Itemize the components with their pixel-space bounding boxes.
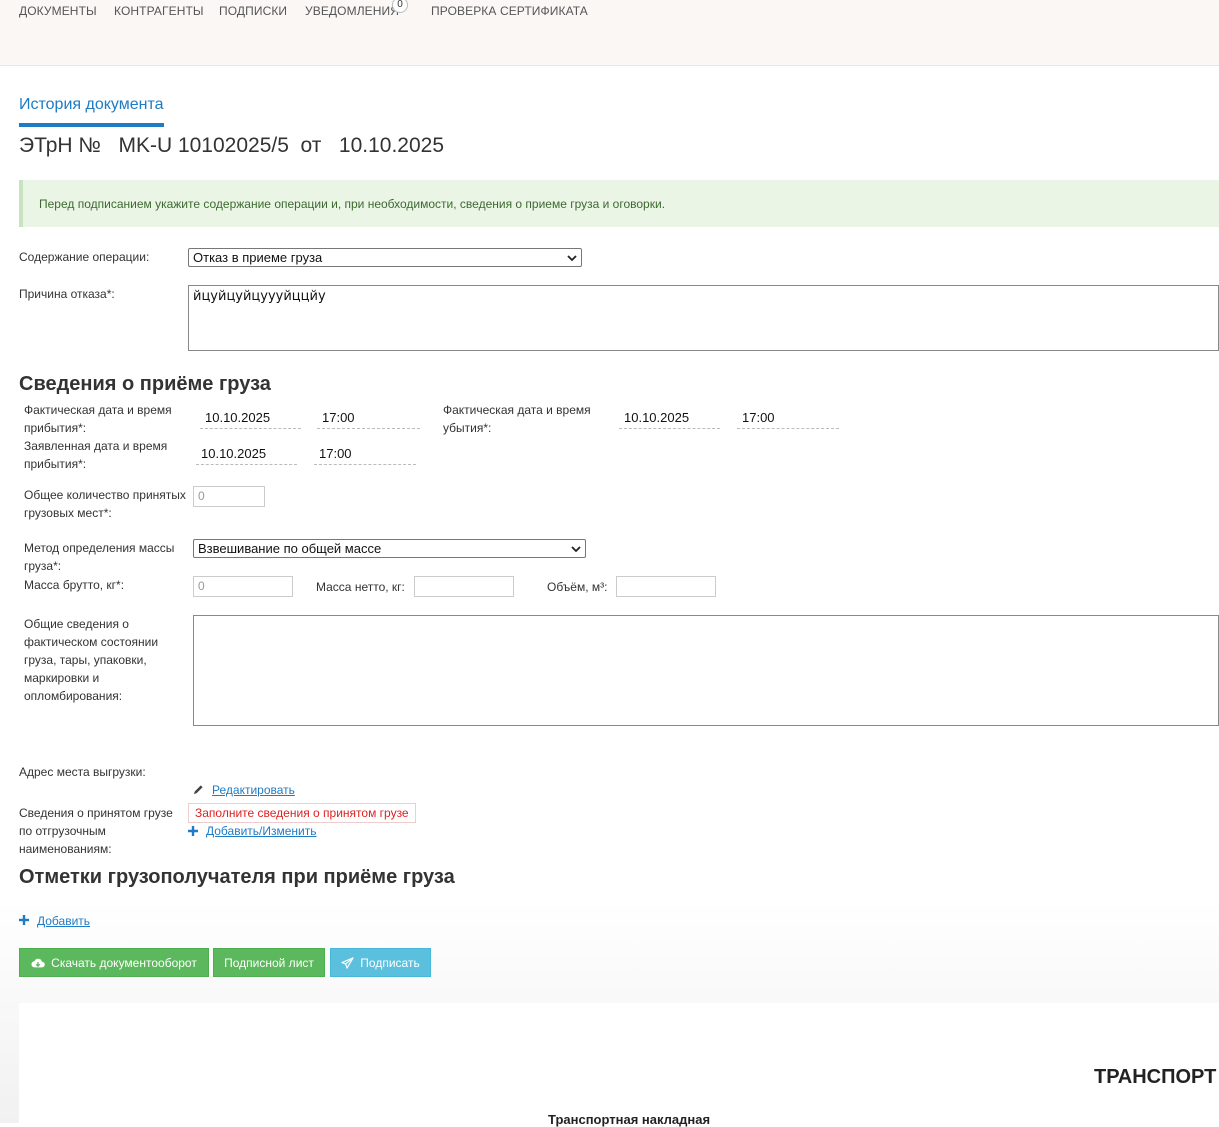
gross-mass-label: Масса брутто, кг*: xyxy=(24,578,125,592)
add-change-link[interactable]: Добавить/Изменить xyxy=(206,824,317,838)
nav-counterparties[interactable]: КОНТРАГЕНТЫ xyxy=(114,4,204,18)
condition-textarea[interactable] xyxy=(193,615,1219,726)
nav-documents[interactable]: ДОКУМЕНТЫ xyxy=(19,4,97,18)
add-mark-link[interactable]: Добавить xyxy=(37,914,90,928)
mass-method-label: Метод определения массы груза*: xyxy=(24,541,175,573)
arrival-declared-label: Заявленная дата и время прибытия*: xyxy=(24,439,168,471)
mass-method-select[interactable]: Взвешивание по общей массе xyxy=(193,539,586,558)
refusal-reason-label: Причина отказа*: xyxy=(19,287,115,301)
places-label: Общее количество принятых грузовых мест*: xyxy=(24,488,186,520)
pencil-icon xyxy=(193,785,203,795)
departure-actual-time[interactable]: 17:00 xyxy=(737,409,839,429)
departure-actual-date[interactable]: 10.10.2025 xyxy=(619,409,720,429)
volume-label: Объём, м³: xyxy=(547,580,608,594)
notifications-badge: 0 xyxy=(392,0,408,13)
refusal-reason-textarea[interactable]: йцуйцуйцуууйццйу xyxy=(188,285,1219,351)
download-workflow-button[interactable]: Скачать документооборот xyxy=(19,948,209,977)
cargo-section-heading: Сведения о приёме груза xyxy=(19,373,271,395)
chevron-down-icon xyxy=(567,254,577,261)
nav-certificate-check[interactable]: ПРОВЕРКА СЕРТИФИКАТА xyxy=(431,4,588,18)
arrival-actual-label: Фактическая дата и время прибытия*: xyxy=(24,403,172,435)
net-mass-label: Масса нетто, кг: xyxy=(316,580,405,594)
signature-sheet-button[interactable]: Подписной лист xyxy=(213,948,325,977)
operation-select[interactable]: Отказ в приеме груза xyxy=(188,248,582,267)
page-title: ЭТрН № MK-U 10102025/5 от 10.10.2025 xyxy=(19,134,445,157)
plus-icon xyxy=(188,826,198,836)
sign-button[interactable]: Подписать xyxy=(330,948,431,977)
tab-document-history[interactable]: История документа xyxy=(19,96,164,114)
nav-notifications[interactable]: УВЕДОМЛЕНИЯ xyxy=(305,4,399,18)
paper-plane-icon xyxy=(341,956,354,969)
chevron-down-icon xyxy=(571,545,581,552)
arrival-declared-date[interactable]: 10.10.2025 xyxy=(196,445,297,465)
departure-actual-label: Фактическая дата и время убытия*: xyxy=(443,403,591,435)
preview-heading: ТРАНСПОРТ xyxy=(1094,1066,1217,1088)
condition-label: Общие сведения о фактическом состоянии г… xyxy=(24,617,159,703)
operation-select-value: Отказ в приеме груза xyxy=(193,250,323,265)
gross-mass-input[interactable]: 0 xyxy=(193,576,293,597)
cloud-download-icon xyxy=(31,958,45,967)
mass-method-select-value: Взвешивание по общей массе xyxy=(198,541,382,556)
plus-icon xyxy=(19,915,29,925)
info-alert-text: Перед подписанием укажите содержание опе… xyxy=(39,197,666,211)
download-workflow-label: Скачать документооборот xyxy=(51,955,197,970)
document-preview xyxy=(19,1003,1219,1123)
edit-address-link[interactable]: Редактировать xyxy=(212,783,295,797)
sign-label: Подписать xyxy=(360,955,420,970)
operation-label: Содержание операции: xyxy=(19,250,150,264)
top-navigation: ДОКУМЕНТЫ КОНТРАГЕНТЫ ПОДПИСКИ УВЕДОМЛЕН… xyxy=(0,0,1219,66)
marks-section-heading: Отметки грузополучателя при приёме груза xyxy=(19,866,455,888)
places-input[interactable]: 0 xyxy=(193,486,265,507)
nav-subscriptions[interactable]: ПОДПИСКИ xyxy=(219,4,287,18)
arrival-actual-date[interactable]: 10.10.2025 xyxy=(200,409,301,429)
unload-address-label: Адрес места выгрузки: xyxy=(19,765,146,779)
preview-subheading: Транспортная накладная xyxy=(548,1112,711,1127)
accepted-cargo-error: Заполните сведения о принятом грузе xyxy=(188,803,416,823)
net-mass-input[interactable] xyxy=(414,576,514,597)
arrival-declared-time[interactable]: 17:00 xyxy=(314,445,416,465)
accepted-cargo-label: Сведения о принятом грузе по отгрузочным… xyxy=(19,806,173,856)
signature-sheet-label: Подписной лист xyxy=(224,955,314,970)
volume-input[interactable] xyxy=(616,576,716,597)
arrival-actual-time[interactable]: 17:00 xyxy=(317,409,420,429)
tab-active-indicator xyxy=(19,123,164,127)
